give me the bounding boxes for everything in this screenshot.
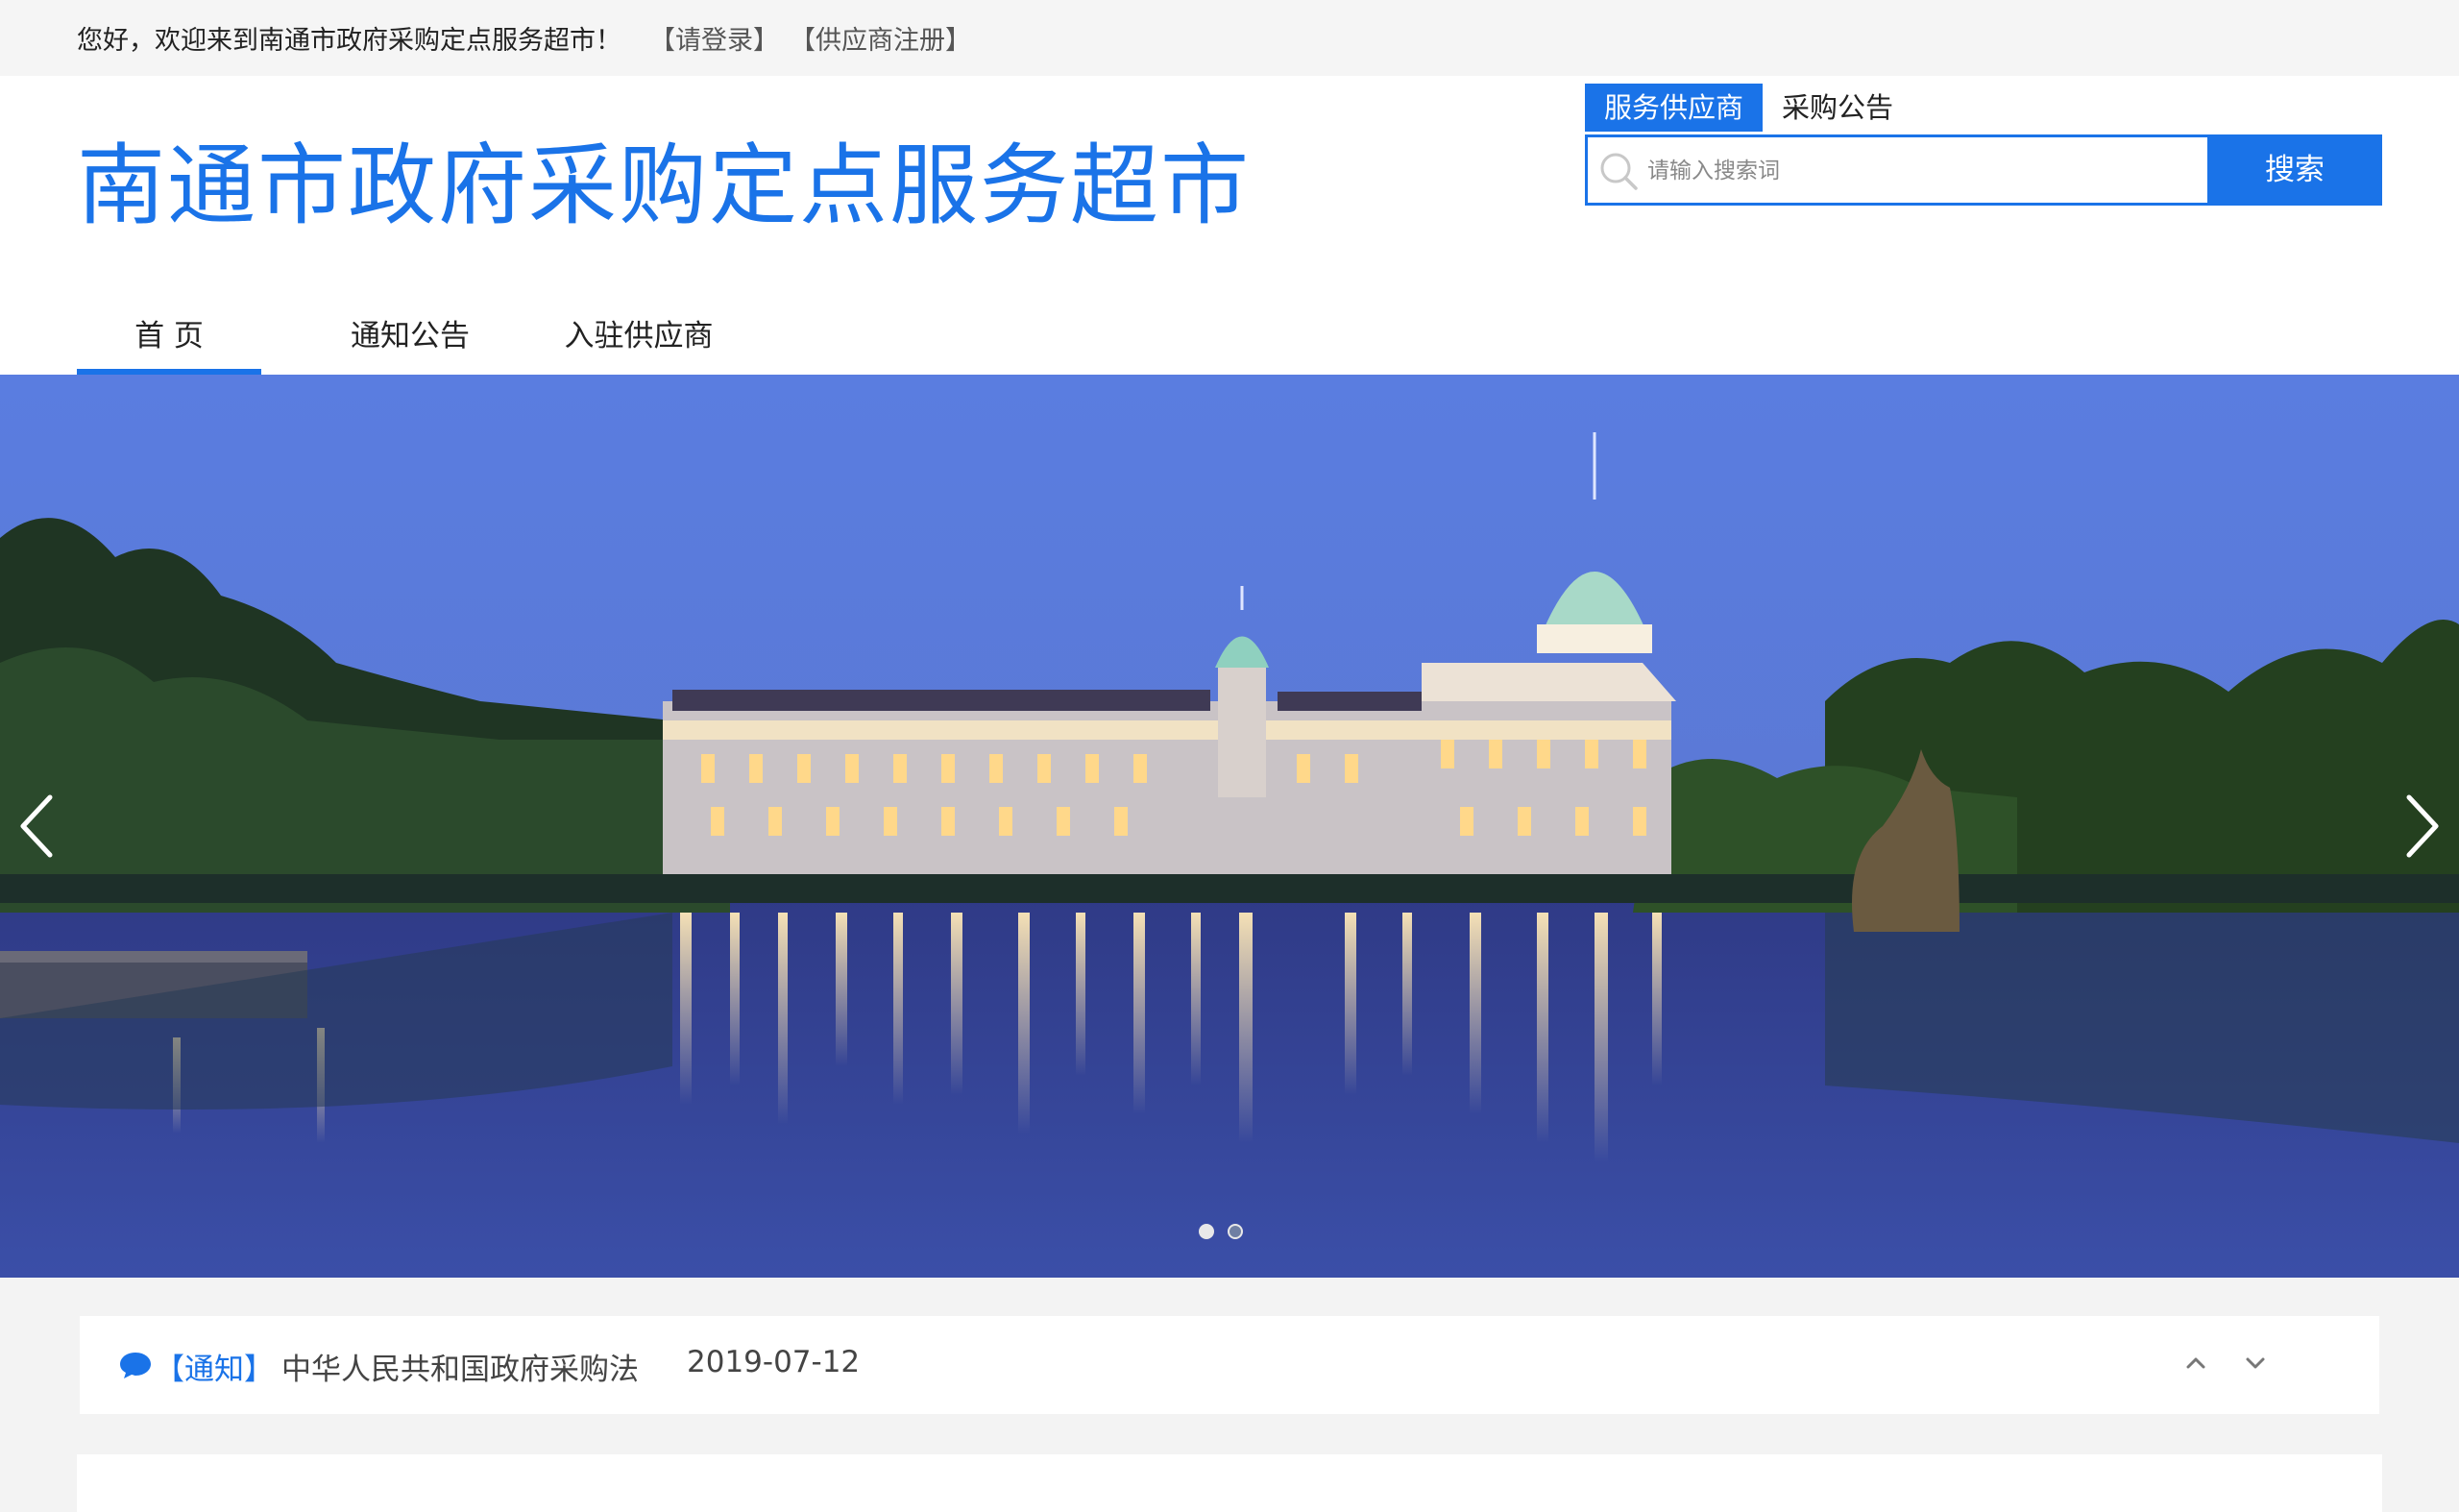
notice-bar: 【通知】 中华人民共和国政府采购法 2019-07-12 <box>80 1316 2379 1414</box>
chat-bubble-icon <box>120 1353 151 1378</box>
site-title: 南通市政府采购定点服务超市 <box>77 134 1252 237</box>
search-button[interactable]: 搜索 <box>2207 134 2382 206</box>
nav-item-home[interactable]: 首 页 <box>77 297 261 375</box>
chevron-up-icon[interactable] <box>2181 1349 2210 1378</box>
banner-image <box>0 375 2459 1278</box>
search-icon <box>1600 153 1638 190</box>
carousel-dot-2[interactable] <box>1228 1224 1243 1239</box>
nav-item-suppliers[interactable]: 入驻供应商 <box>548 297 730 369</box>
search-tab-procurement-notice[interactable]: 采购公告 <box>1763 84 1912 132</box>
chevron-left-icon[interactable] <box>10 788 67 865</box>
chevron-right-icon[interactable] <box>2392 788 2449 865</box>
site-header: 南通市政府采购定点服务超市 服务供应商 采购公告 搜索 首 页 通知公告 入驻供… <box>0 76 2459 375</box>
supplier-register-link[interactable]: 【供应商注册】 <box>790 19 971 57</box>
content-panel <box>77 1454 2382 1512</box>
notice-date: 2019-07-12 <box>687 1345 861 1379</box>
chevron-down-icon[interactable] <box>2241 1349 2270 1378</box>
notice-title[interactable]: 中华人民共和国政府采购法 <box>281 1345 639 1388</box>
login-link[interactable]: 【请登录】 <box>649 19 779 57</box>
search-input[interactable] <box>1645 145 2197 197</box>
nav-item-notices[interactable]: 通知公告 <box>319 297 501 369</box>
banner-carousel <box>0 375 2459 1278</box>
search-box <box>1585 134 2207 206</box>
welcome-text: 您好，欢迎来到南通市政府采购定点服务超市！ <box>77 26 621 56</box>
carousel-dot-1[interactable] <box>1199 1224 1214 1239</box>
top-welcome-bar: 您好，欢迎来到南通市政府采购定点服务超市！ 【请登录】 【供应商注册】 <box>0 0 2459 76</box>
notice-tag: 【通知】 <box>155 1353 274 1387</box>
search-tab-service-provider[interactable]: 服务供应商 <box>1585 84 1764 132</box>
